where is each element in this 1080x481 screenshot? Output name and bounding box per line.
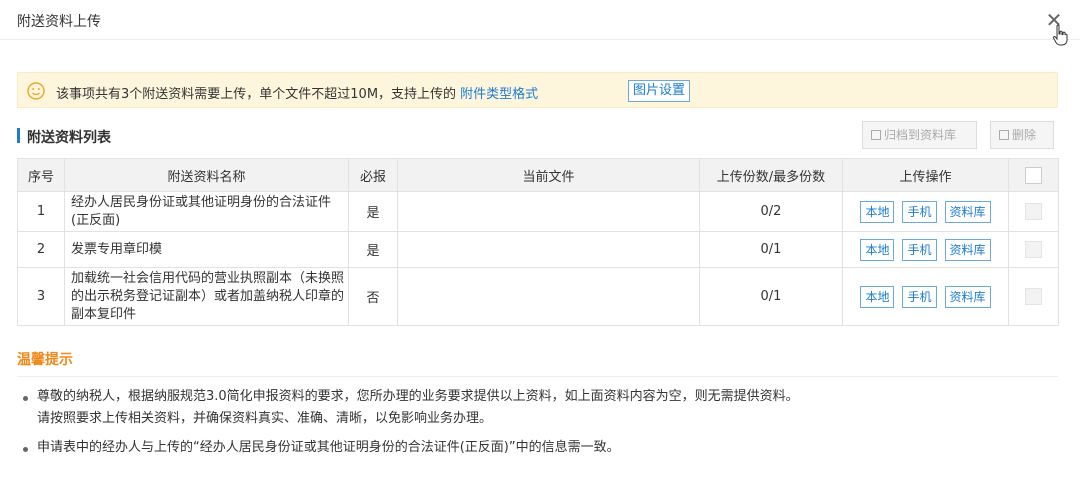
dialog-header: 附送资料上传 ✕ — [0, 0, 1080, 46]
upload-local-button[interactable]: 本地 — [860, 285, 895, 308]
header-name: 附送资料名称 — [64, 158, 349, 192]
header-select-all — [1008, 158, 1059, 192]
upload-local-button[interactable]: 本地 — [860, 200, 895, 223]
row-select — [1008, 231, 1059, 268]
table-header-row: 序号 附送资料名称 必报 当前文件 上传份数/最多份数 上传操作 — [17, 158, 1059, 192]
delete-button[interactable]: 删除 — [990, 121, 1054, 149]
delete-button-label: 删除 — [1012, 128, 1037, 142]
row-required: 否 — [348, 267, 398, 326]
upload-phone-button[interactable]: 手机 — [902, 238, 937, 261]
table-row: 1 经办人居民身份证或其他证明身份的合法证件(正反面) 是 0/2 本地 手机 资料… — [17, 191, 1059, 232]
notice-message: 该事项共有3个附送资料需要上传，单个文件不超过10M，支持上传的 — [56, 87, 457, 102]
header-index: 序号 — [17, 158, 65, 192]
row-name: 加载统一社会信用代码的营业执照副本（未换照的出示税务登记证副本）或者加盖纳税人印… — [64, 267, 349, 326]
row-operations: 本地 手机 资料库 — [842, 191, 1009, 232]
table-row: 3 加载统一社会信用代码的营业执照副本（未换照的出示税务登记证副本）或者加盖纳税… — [17, 267, 1059, 326]
row-index: 1 — [17, 191, 65, 232]
upload-library-button[interactable]: 资料库 — [944, 200, 991, 223]
smile-icon — [27, 82, 45, 100]
section-marker — [17, 128, 20, 143]
archive-button[interactable]: 归档到资料库 — [862, 121, 977, 149]
upload-phone-button[interactable]: 手机 — [902, 285, 937, 308]
row-operations: 本地 手机 资料库 — [842, 231, 1009, 268]
header-count: 上传份数/最多份数 — [699, 158, 843, 192]
select-all-checkbox[interactable] — [1025, 166, 1042, 184]
row-checkbox[interactable] — [1025, 241, 1042, 258]
image-settings-button[interactable]: 图片设置 — [628, 80, 691, 102]
row-required: 是 — [348, 191, 398, 232]
upload-local-button[interactable]: 本地 — [860, 238, 895, 261]
row-index: 3 — [17, 267, 65, 326]
header-required: 必报 — [348, 158, 398, 192]
tip-item: 申请表中的经办人与上传的“经办人居民身份证或其他证明身份的合法证件(正反面)”中… — [37, 440, 620, 455]
section-title: 附送资料列表 — [27, 130, 111, 146]
tips-title: 温馨提示 — [17, 352, 73, 368]
upload-phone-button[interactable]: 手机 — [902, 200, 937, 223]
row-count: 0/1 — [699, 267, 843, 326]
dialog-title: 附送资料上传 — [17, 14, 101, 30]
row-count: 0/2 — [699, 191, 843, 232]
row-name: 发票专用章印模 — [64, 231, 349, 268]
notice-banner: 该事项共有3个附送资料需要上传，单个文件不超过10M，支持上传的 附件类型格式 … — [17, 72, 1058, 108]
row-count: 0/1 — [699, 231, 843, 268]
upload-library-button[interactable]: 资料库 — [944, 285, 991, 308]
tip-item: 请按照要求上传相关资料，并确保资料真实、准确、清晰，以免影响业务办理。 — [37, 411, 493, 426]
row-operations: 本地 手机 资料库 — [842, 267, 1009, 326]
trash-icon — [999, 130, 1009, 140]
hand-cursor-icon — [1052, 24, 1068, 46]
row-current-file — [397, 191, 700, 232]
row-name: 经办人居民身份证或其他证明身份的合法证件(正反面) — [64, 191, 349, 232]
upload-library-button[interactable]: 资料库 — [944, 238, 991, 261]
row-checkbox[interactable] — [1025, 288, 1042, 305]
row-checkbox[interactable] — [1025, 203, 1042, 220]
header-operations: 上传操作 — [842, 158, 1009, 192]
row-select — [1008, 191, 1059, 232]
notice-text: 该事项共有3个附送资料需要上传，单个文件不超过10M，支持上传的 附件类型格式 — [56, 83, 538, 102]
attachments-table: 序号 附送资料名称 必报 当前文件 上传份数/最多份数 上传操作 1 经办人居民… — [17, 158, 1059, 326]
row-required: 是 — [348, 231, 398, 268]
row-index: 2 — [17, 231, 65, 268]
file-types-link[interactable]: 附件类型格式 — [460, 87, 538, 102]
bullet-icon — [23, 447, 28, 452]
row-select — [1008, 267, 1059, 326]
archive-icon — [871, 130, 881, 140]
bullet-icon — [23, 396, 28, 401]
archive-button-label: 归档到资料库 — [884, 128, 957, 142]
row-current-file — [397, 231, 700, 268]
row-current-file — [397, 267, 700, 326]
tip-item: 尊敬的纳税人，根据纳服规范3.0简化申报资料的要求，您所办理的业务要求提供以上资… — [37, 389, 799, 404]
tips-divider — [17, 376, 1058, 377]
table-row: 2 发票专用章印模 是 0/1 本地 手机 资料库 — [17, 231, 1059, 268]
header-current-file: 当前文件 — [397, 158, 700, 192]
